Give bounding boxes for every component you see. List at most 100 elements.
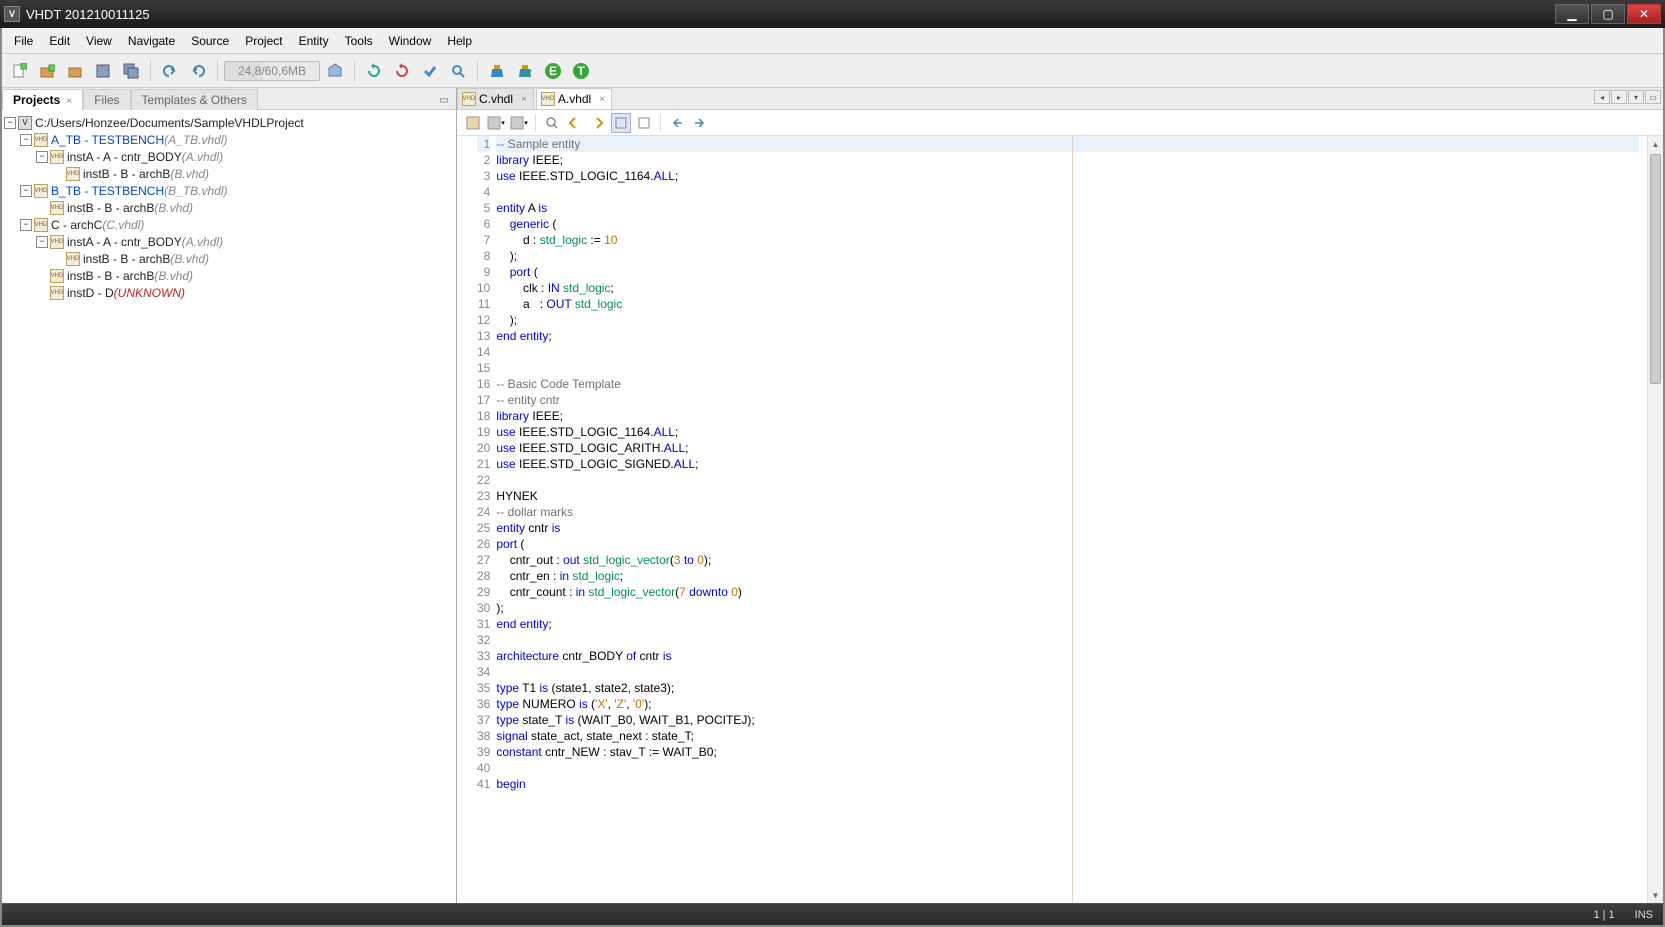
code-line[interactable] <box>496 632 1639 648</box>
scroll-up-icon[interactable]: ▲ <box>1648 136 1663 152</box>
scroll-down-icon[interactable]: ▼ <box>1648 887 1663 903</box>
toggle-bookmark-icon[interactable] <box>634 113 654 133</box>
check-icon[interactable] <box>417 58 443 84</box>
shift-right-icon[interactable] <box>690 113 710 133</box>
code-line[interactable]: generic ( <box>496 216 1639 232</box>
code-line[interactable] <box>496 184 1639 200</box>
redo-icon[interactable] <box>185 58 211 84</box>
tree-item[interactable]: VHDinstD - D (UNKNOWN) <box>4 284 454 301</box>
scrollbar-thumb[interactable] <box>1650 154 1661 384</box>
collapse-icon[interactable]: − <box>20 185 32 197</box>
menu-navigate[interactable]: Navigate <box>120 30 183 52</box>
code-line[interactable]: library IEEE; <box>496 152 1639 168</box>
side-panel-minimize-icon[interactable]: ▭ <box>436 93 452 107</box>
tree-item[interactable]: −VHDinstA - A - cntr_BODY (A.vhdl) <box>4 148 454 165</box>
tree-root[interactable]: − V C:/Users/Honzee/Documents/SampleVHDL… <box>4 114 454 131</box>
code-line[interactable]: ); <box>496 312 1639 328</box>
minimize-button[interactable]: ▁ <box>1555 4 1589 24</box>
find-prev-icon[interactable] <box>565 113 585 133</box>
side-tab-projects[interactable]: Projects× <box>2 89 83 110</box>
template-icon[interactable]: T <box>568 58 594 84</box>
collapse-icon[interactable]: − <box>4 117 16 129</box>
code-line[interactable]: -- dollar marks <box>496 504 1639 520</box>
code-line[interactable]: use IEEE.STD_LOGIC_1164.ALL; <box>496 168 1639 184</box>
compile-icon[interactable] <box>389 58 415 84</box>
menu-entity[interactable]: Entity <box>291 30 337 52</box>
code-line[interactable] <box>496 472 1639 488</box>
find-next-icon[interactable] <box>588 113 608 133</box>
undo-icon[interactable] <box>157 58 183 84</box>
close-icon[interactable]: × <box>599 94 605 105</box>
code-line[interactable]: a : OUT std_logic <box>496 296 1639 312</box>
history-fwd-icon[interactable]: ▾ <box>509 113 529 133</box>
code-line[interactable]: HYNEK <box>496 488 1639 504</box>
shift-left-icon[interactable] <box>667 113 687 133</box>
menu-window[interactable]: Window <box>381 30 440 52</box>
code-line[interactable]: type NUMERO is ('X', 'Z', '0'); <box>496 696 1639 712</box>
close-icon[interactable]: × <box>66 96 72 107</box>
maximize-button[interactable]: ▢ <box>1591 4 1625 24</box>
new-file-icon[interactable] <box>6 58 32 84</box>
menu-source[interactable]: Source <box>183 30 237 52</box>
editor-tab-c-vhdl[interactable]: VHDC.vhdl× <box>457 88 534 109</box>
menu-tools[interactable]: Tools <box>337 30 381 52</box>
tree-item[interactable]: −VHDC - archC (C.vhdl) <box>4 216 454 233</box>
menu-view[interactable]: View <box>78 30 120 52</box>
memory-indicator[interactable]: 24,8/60,6MB <box>224 61 320 81</box>
collapse-icon[interactable]: − <box>20 219 32 231</box>
code-line[interactable] <box>496 760 1639 776</box>
collapse-icon[interactable]: − <box>36 151 48 163</box>
code-editor[interactable]: 1234567891011121314151617181920212223242… <box>457 136 1663 903</box>
code-line[interactable]: library IEEE; <box>496 408 1639 424</box>
code-line[interactable]: cntr_en : in std_logic; <box>496 568 1639 584</box>
garbage-collect-icon[interactable] <box>322 58 348 84</box>
code-line[interactable]: use IEEE.STD_LOGIC_1164.ALL; <box>496 424 1639 440</box>
code-line[interactable]: cntr_out : out std_logic_vector(3 to 0); <box>496 552 1639 568</box>
code-line[interactable]: type T1 is (state1, state2, state3); <box>496 680 1639 696</box>
code-line[interactable]: -- Sample entity <box>496 136 1639 152</box>
code-line[interactable]: type state_T is (WAIT_B0, WAIT_B1, POCIT… <box>496 712 1639 728</box>
tab-dropdown-icon[interactable]: ▾ <box>1628 90 1644 104</box>
toggle-highlight-icon[interactable] <box>611 113 631 133</box>
tree-item[interactable]: −VHDA_TB - TESTBENCH (A_TB.vhdl) <box>4 131 454 148</box>
code-line[interactable]: signal state_act, state_next : state_T; <box>496 728 1639 744</box>
code-line[interactable]: ); <box>496 600 1639 616</box>
save-all-icon[interactable] <box>118 58 144 84</box>
code-line[interactable]: clk : IN std_logic; <box>496 280 1639 296</box>
code-line[interactable]: port ( <box>496 264 1639 280</box>
history-back-icon[interactable]: ▾ <box>486 113 506 133</box>
menu-help[interactable]: Help <box>439 30 480 52</box>
code-line[interactable] <box>496 344 1639 360</box>
close-icon[interactable]: × <box>521 94 527 105</box>
find-selection-icon[interactable] <box>542 113 562 133</box>
code-line[interactable]: end entity; <box>496 616 1639 632</box>
titlebar[interactable]: V VHDT 201210011125 ▁ ▢ ✕ <box>0 0 1665 28</box>
code-line[interactable]: port ( <box>496 536 1639 552</box>
code-line[interactable]: use IEEE.STD_LOGIC_SIGNED.ALL; <box>496 456 1639 472</box>
side-tab-files[interactable]: Files <box>83 89 130 110</box>
code-line[interactable] <box>496 360 1639 376</box>
code-line[interactable]: entity A is <box>496 200 1639 216</box>
tab-scroll-left-icon[interactable]: ◂ <box>1594 90 1610 104</box>
project-tree[interactable]: − V C:/Users/Honzee/Documents/SampleVHDL… <box>2 110 456 903</box>
code-line[interactable]: d : std_logic := 10 <box>496 232 1639 248</box>
code-line[interactable]: architecture cntr_BODY of cntr is <box>496 648 1639 664</box>
tree-item[interactable]: VHDinstB - B - archB (B.vhd) <box>4 250 454 267</box>
new-project-icon[interactable] <box>34 58 60 84</box>
code-line[interactable]: -- entity cntr <box>496 392 1639 408</box>
code-line[interactable]: begin <box>496 776 1639 792</box>
tab-maximize-icon[interactable]: ▭ <box>1645 90 1661 104</box>
tree-item[interactable]: −VHDinstA - A - cntr_BODY (A.vhdl) <box>4 233 454 250</box>
menu-file[interactable]: File <box>6 30 41 52</box>
side-tab-templates-others[interactable]: Templates & Others <box>131 89 258 110</box>
open-project-icon[interactable] <box>62 58 88 84</box>
code-line[interactable]: use IEEE.STD_LOGIC_ARITH.ALL; <box>496 440 1639 456</box>
code-line[interactable] <box>496 664 1639 680</box>
clean-icon[interactable] <box>484 58 510 84</box>
tab-scroll-right-icon[interactable]: ▸ <box>1611 90 1627 104</box>
clean-check-icon[interactable] <box>512 58 538 84</box>
source-view-icon[interactable] <box>463 113 483 133</box>
collapse-icon[interactable]: − <box>36 236 48 248</box>
vertical-scrollbar[interactable]: ▲ ▼ <box>1647 136 1663 903</box>
menu-edit[interactable]: Edit <box>41 30 78 52</box>
